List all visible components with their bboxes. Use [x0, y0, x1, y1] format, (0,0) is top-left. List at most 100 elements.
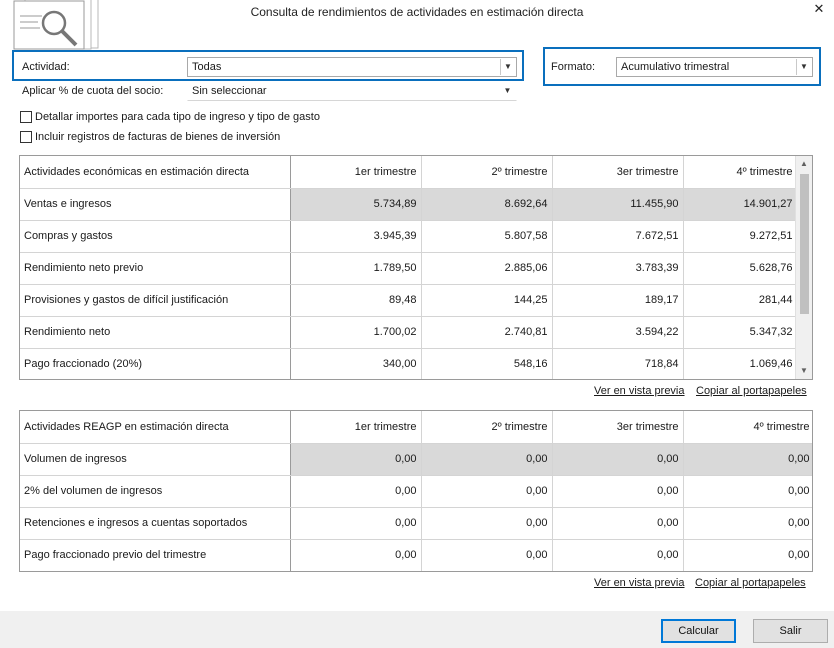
- calcular-button[interactable]: Calcular: [661, 619, 736, 643]
- table-cell: 189,17: [552, 284, 684, 317]
- table-cell: 0,00: [552, 507, 684, 540]
- close-icon[interactable]: ✕: [810, 0, 828, 18]
- table-cell: 0,00: [552, 475, 684, 508]
- table-header-row: Actividades REAGP en estimación directa …: [20, 411, 812, 444]
- table-cell: 0,00: [552, 539, 684, 571]
- row-label: 2% del volumen de ingresos: [20, 475, 291, 508]
- table-cell: 2.740,81: [421, 316, 553, 349]
- table-cell: 1.700,02: [290, 316, 422, 349]
- table-cell: 5.734,89: [290, 188, 422, 221]
- column-header[interactable]: 3er trimestre: [552, 411, 684, 444]
- column-header[interactable]: Actividades económicas en estimación dir…: [20, 156, 291, 189]
- table-cell: 89,48: [290, 284, 422, 317]
- formato-select[interactable]: Acumulativo trimestral ▼: [616, 57, 813, 77]
- row-label: Rendimiento neto: [20, 316, 291, 349]
- table-row[interactable]: Rendimiento neto 1.700,02 2.740,81 3.594…: [20, 316, 798, 349]
- actividad-label: Actividad:: [22, 61, 70, 73]
- incluir-checkbox[interactable]: [20, 131, 32, 143]
- column-header[interactable]: 3er trimestre: [552, 156, 684, 189]
- table-cell: 3.783,39: [552, 252, 684, 285]
- table-cell: 144,25: [421, 284, 553, 317]
- formato-selected-value: Acumulativo trimestral: [621, 61, 730, 73]
- salir-button[interactable]: Salir: [753, 619, 828, 643]
- chevron-down-icon[interactable]: ▼: [796, 59, 811, 75]
- row-label: Ventas e ingresos: [20, 188, 291, 221]
- copiar-portapapeles-link[interactable]: Copiar al portapapeles: [695, 577, 806, 589]
- table-cell: 8.692,64: [421, 188, 553, 221]
- table-cell: 0,00: [421, 475, 553, 508]
- row-label: Compras y gastos: [20, 220, 291, 253]
- table-cell: 3.594,22: [552, 316, 684, 349]
- table-cell: 0,00: [290, 443, 422, 476]
- scroll-up-icon[interactable]: ▲: [796, 156, 812, 172]
- window-title: Consulta de rendimientos de actividades …: [250, 5, 584, 19]
- table-row[interactable]: Rendimiento neto previo 1.789,50 2.885,0…: [20, 252, 798, 285]
- cuota-label: Aplicar % de cuota del socio:: [22, 85, 164, 97]
- table-cell: 0,00: [290, 507, 422, 540]
- cuota-select[interactable]: Sin seleccionar ▼: [187, 81, 517, 101]
- row-label: Provisiones y gastos de difícil justific…: [20, 284, 291, 317]
- table-cell: 0,00: [421, 443, 553, 476]
- formato-label: Formato:: [551, 61, 596, 73]
- column-header[interactable]: Actividades REAGP en estimación directa: [20, 411, 291, 444]
- table-cell: 9.272,51: [683, 220, 798, 253]
- column-header[interactable]: 1er trimestre: [290, 156, 422, 189]
- table-cell: 14.901,27: [683, 188, 798, 221]
- actividad-selected-value: Todas: [192, 61, 222, 73]
- table-cell: 1.789,50: [290, 252, 422, 285]
- detallar-label[interactable]: Detallar importes para cada tipo de ingr…: [35, 111, 320, 123]
- table-cell: 0,00: [683, 507, 812, 540]
- table-cell: 0,00: [683, 539, 812, 571]
- row-label: Pago fraccionado (20%): [20, 348, 291, 379]
- table-cell: 7.672,51: [552, 220, 684, 253]
- scrollbar-thumb[interactable]: [800, 174, 809, 314]
- table-row[interactable]: Volumen de ingresos 0,00 0,00 0,00 0,00: [20, 443, 812, 476]
- table-cell: 548,16: [421, 348, 553, 379]
- ver-vista-previa-link[interactable]: Ver en vista previa: [594, 385, 685, 397]
- table-row[interactable]: Retenciones e ingresos a cuentas soporta…: [20, 507, 812, 540]
- table-cell: 718,84: [552, 348, 684, 379]
- table-cell: 1.069,46: [683, 348, 798, 379]
- copiar-portapapeles-link[interactable]: Copiar al portapapeles: [696, 385, 807, 397]
- row-label: Retenciones e ingresos a cuentas soporta…: [20, 507, 291, 540]
- vertical-scrollbar[interactable]: ▲ ▼: [795, 156, 812, 379]
- column-header[interactable]: 4º trimestre: [683, 411, 812, 444]
- table-cell: 5.807,58: [421, 220, 553, 253]
- row-label: Volumen de ingresos: [20, 443, 291, 476]
- cuota-selected-value: Sin seleccionar: [192, 85, 267, 97]
- table-row[interactable]: Compras y gastos 3.945,39 5.807,58 7.672…: [20, 220, 798, 253]
- column-header[interactable]: 4º trimestre: [683, 156, 798, 189]
- actividad-select[interactable]: Todas ▼: [187, 57, 517, 77]
- incluir-label[interactable]: Incluir registros de facturas de bienes …: [35, 131, 280, 143]
- table-cell: 0,00: [683, 475, 812, 508]
- column-header[interactable]: 1er trimestre: [290, 411, 422, 444]
- table-row[interactable]: 2% del volumen de ingresos 0,00 0,00 0,0…: [20, 475, 812, 508]
- ver-vista-previa-link[interactable]: Ver en vista previa: [594, 577, 685, 589]
- table-cell: 5.628,76: [683, 252, 798, 285]
- table-cell: 11.455,90: [552, 188, 684, 221]
- table-cell: 0,00: [290, 475, 422, 508]
- row-label: Pago fraccionado previo del trimestre: [20, 539, 291, 571]
- table-cell: 0,00: [683, 443, 812, 476]
- table-cell: 3.945,39: [290, 220, 422, 253]
- scroll-down-icon[interactable]: ▼: [796, 363, 812, 379]
- column-header[interactable]: 2º trimestre: [421, 156, 553, 189]
- table-row[interactable]: Ventas e ingresos 5.734,89 8.692,64 11.4…: [20, 188, 798, 221]
- table-cell: 0,00: [290, 539, 422, 571]
- column-header[interactable]: 2º trimestre: [421, 411, 553, 444]
- row-label: Rendimiento neto previo: [20, 252, 291, 285]
- table-cell: 0,00: [421, 507, 553, 540]
- table-row[interactable]: Provisiones y gastos de difícil justific…: [20, 284, 798, 317]
- table-header-row: Actividades económicas en estimación dir…: [20, 156, 798, 189]
- table-row[interactable]: Pago fraccionado previo del trimestre 0,…: [20, 539, 812, 571]
- chevron-down-icon[interactable]: ▼: [500, 83, 515, 99]
- table-cell: 281,44: [683, 284, 798, 317]
- table-cell: 0,00: [421, 539, 553, 571]
- actividades-economicas-table[interactable]: Actividades económicas en estimación dir…: [19, 155, 813, 380]
- actividades-reagp-table[interactable]: Actividades REAGP en estimación directa …: [19, 410, 813, 572]
- table-cell: 5.347,32: [683, 316, 798, 349]
- table-row[interactable]: Pago fraccionado (20%) 340,00 548,16 718…: [20, 348, 798, 379]
- chevron-down-icon[interactable]: ▼: [500, 59, 515, 75]
- table-cell: 340,00: [290, 348, 422, 379]
- detallar-checkbox[interactable]: [20, 111, 32, 123]
